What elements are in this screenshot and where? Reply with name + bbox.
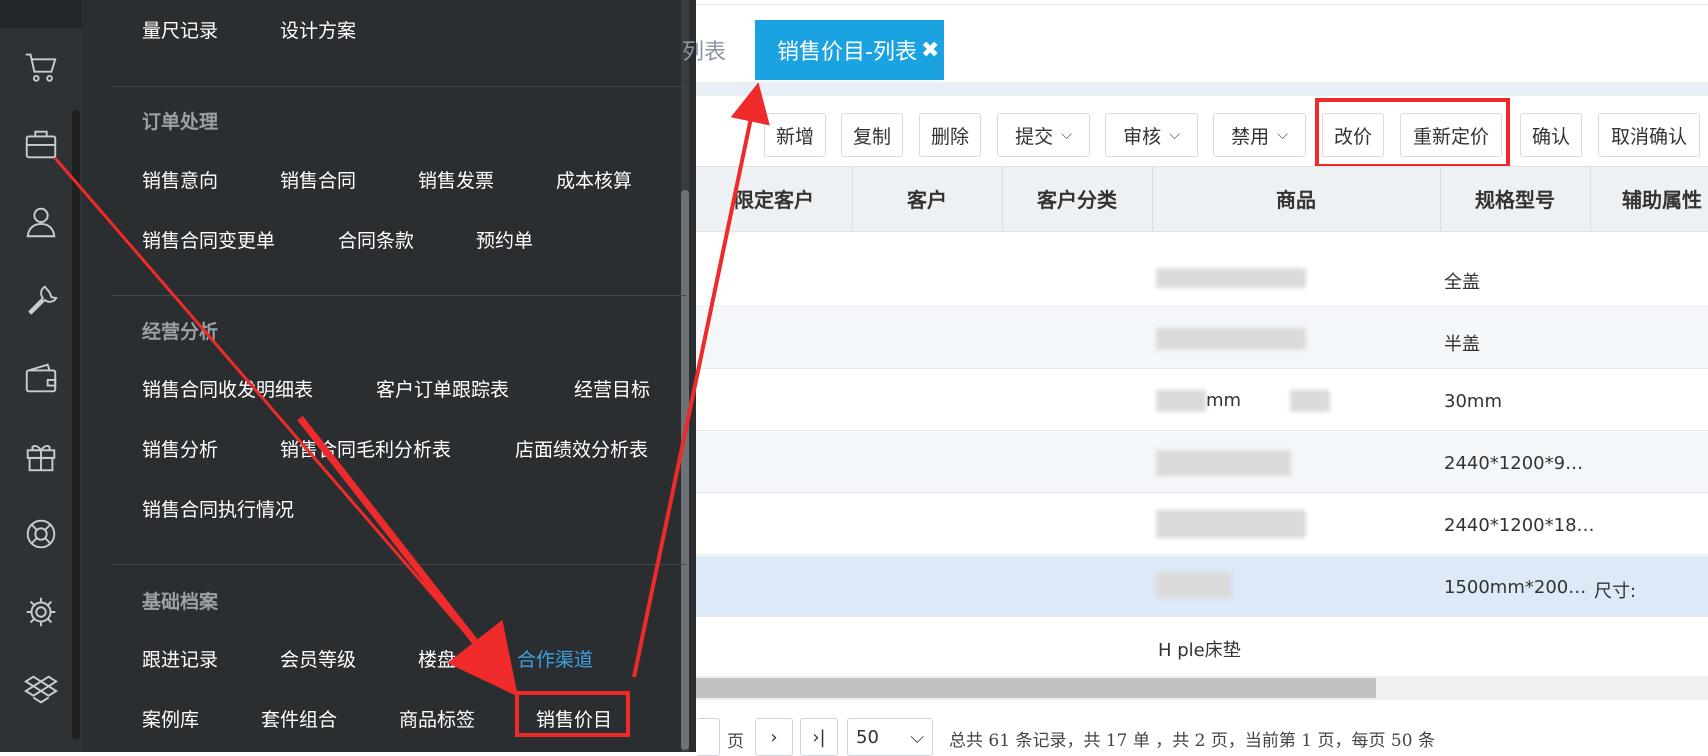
blurred-product	[1156, 450, 1291, 476]
top-border	[696, 4, 1708, 5]
last-page-button[interactable]: ›|	[800, 718, 838, 756]
menu-item[interactable]: 案例库	[142, 705, 199, 732]
chevron-right-icon: ›	[770, 726, 778, 748]
blurred-product	[1156, 572, 1231, 598]
horizontal-scrollbar[interactable]	[696, 678, 1376, 698]
blurred-product	[1290, 390, 1330, 412]
menu-item[interactable]: 客户订单跟踪表	[376, 375, 509, 402]
page-input[interactable]	[696, 718, 720, 756]
spec-cell: 2440*1200*9…	[1444, 453, 1584, 474]
submit-label: 提交	[1015, 125, 1054, 148]
menu-section-title: 经营分析	[142, 321, 219, 343]
product-cell: mm	[1206, 390, 1242, 411]
tab-active-label: 销售价目-列表	[777, 40, 917, 65]
tab-active[interactable]: 销售价目-列表 ✖	[755, 20, 944, 80]
menu-item[interactable]: 成本核算	[556, 166, 632, 193]
spec-cell: 1500mm*200…	[1444, 577, 1587, 598]
column-header[interactable]: 辅助属性	[1592, 166, 1708, 230]
aux-cell: 尺寸:	[1594, 581, 1637, 602]
column-header[interactable]: 客户	[852, 166, 1002, 230]
menu-item-active[interactable]: 合作渠道	[517, 645, 593, 672]
spec-cell: 全盖	[1444, 272, 1480, 293]
cart-icon[interactable]	[0, 36, 82, 96]
confirm-button[interactable]: 确认	[1520, 113, 1582, 157]
menu-section-title: 订单处理	[142, 111, 219, 133]
menu-item[interactable]: 楼盘	[418, 645, 456, 672]
page-size-value: 50	[856, 726, 879, 748]
highlight-box	[515, 691, 630, 737]
menu-item[interactable]: 销售合同变更单	[142, 226, 275, 253]
menu-item[interactable]: 销售意向	[142, 166, 218, 193]
icon-rail	[0, 0, 82, 752]
column-header[interactable]: 限定客户	[696, 166, 852, 230]
wrench-icon[interactable]	[0, 270, 82, 330]
dropbox-icon[interactable]	[0, 660, 82, 720]
blurred-product	[1156, 268, 1306, 288]
menu-item[interactable]: 店面绩效分析表	[515, 435, 648, 462]
pager-summary: 总共 61 条记录，共 17 单 ，共 2 页，当前第 1 页，每页 50 条	[949, 731, 1435, 751]
menu-item[interactable]: 量尺记录	[142, 16, 218, 43]
menu-scrollbar[interactable]	[681, 190, 689, 750]
column-header[interactable]: 商品	[1152, 166, 1440, 230]
menu-item[interactable]: 销售合同毛利分析表	[280, 435, 451, 462]
last-page-icon: ›|	[812, 726, 826, 748]
cancel-confirm-button[interactable]: 取消确认	[1598, 113, 1700, 157]
submit-dropdown[interactable]: 提交 ⌵	[997, 113, 1090, 157]
add-button[interactable]: 新增	[764, 113, 826, 157]
menu-item[interactable]: 合同条款	[338, 226, 414, 253]
product-cell: H ple床垫	[1158, 640, 1241, 661]
menu-item[interactable]: 销售发票	[418, 166, 494, 193]
tab-strip	[696, 82, 1708, 96]
menu-item[interactable]: 跟进记录	[142, 645, 218, 672]
close-icon[interactable]: ✖	[921, 38, 939, 63]
delete-button[interactable]: 删除	[919, 113, 981, 157]
copy-button[interactable]: 复制	[841, 113, 903, 157]
audit-dropdown[interactable]: 审核 ⌵	[1105, 113, 1198, 157]
menu-section-title: 基础档案	[142, 591, 219, 613]
menu-item[interactable]: 会员等级	[280, 645, 356, 672]
menu-item[interactable]: 商品标签	[399, 705, 475, 732]
menu-item[interactable]: 设计方案	[280, 16, 356, 43]
page-size-select[interactable]: 50 ⌵	[847, 718, 933, 756]
spec-cell: 30mm	[1444, 391, 1502, 412]
menu-item[interactable]: 销售合同收发明细表	[142, 375, 313, 402]
chevron-down-icon: ⌵	[910, 726, 924, 748]
wallet-icon[interactable]	[0, 348, 82, 408]
user-icon[interactable]	[0, 192, 82, 252]
chevron-down-icon: ⌵	[1169, 127, 1180, 143]
chevron-down-icon: ⌵	[1277, 127, 1288, 143]
blurred-product	[1156, 328, 1306, 350]
gift-icon[interactable]	[0, 426, 82, 486]
lifebuoy-icon[interactable]	[0, 504, 82, 564]
column-header[interactable]: 规格型号	[1440, 166, 1590, 230]
disable-label: 禁用	[1231, 125, 1270, 148]
highlight-box	[1315, 98, 1510, 168]
menu-item[interactable]: 销售分析	[142, 435, 218, 462]
spec-cell: 半盖	[1444, 334, 1480, 355]
blurred-product	[1156, 390, 1206, 412]
menu-item[interactable]: 预约单	[476, 226, 533, 253]
gear-icon[interactable]	[0, 582, 82, 642]
disable-dropdown[interactable]: 禁用 ⌵	[1213, 113, 1306, 157]
column-header[interactable]: 客户分类	[1002, 166, 1152, 230]
briefcase-icon[interactable]	[0, 114, 82, 174]
tab-previous[interactable]: 列表	[682, 34, 726, 66]
menu-item[interactable]: 销售合同执行情况	[142, 495, 294, 522]
spec-cell: 2440*1200*18…	[1444, 515, 1595, 536]
audit-label: 审核	[1123, 125, 1162, 148]
page-label: 页	[727, 732, 744, 752]
menu-divider	[112, 564, 686, 565]
menu-item[interactable]: 销售合同	[280, 166, 356, 193]
chevron-down-icon: ⌵	[1061, 127, 1072, 143]
menu-divider	[112, 295, 686, 296]
column-divider	[1590, 166, 1591, 230]
rail-top	[0, 0, 82, 28]
menu-divider	[112, 86, 686, 87]
menu-item[interactable]: 经营目标	[574, 375, 650, 402]
menu-item[interactable]: 套件组合	[261, 705, 337, 732]
blurred-product	[1156, 510, 1306, 538]
next-page-button[interactable]: ›	[755, 718, 793, 756]
rail-scrollbar[interactable]	[72, 110, 80, 740]
